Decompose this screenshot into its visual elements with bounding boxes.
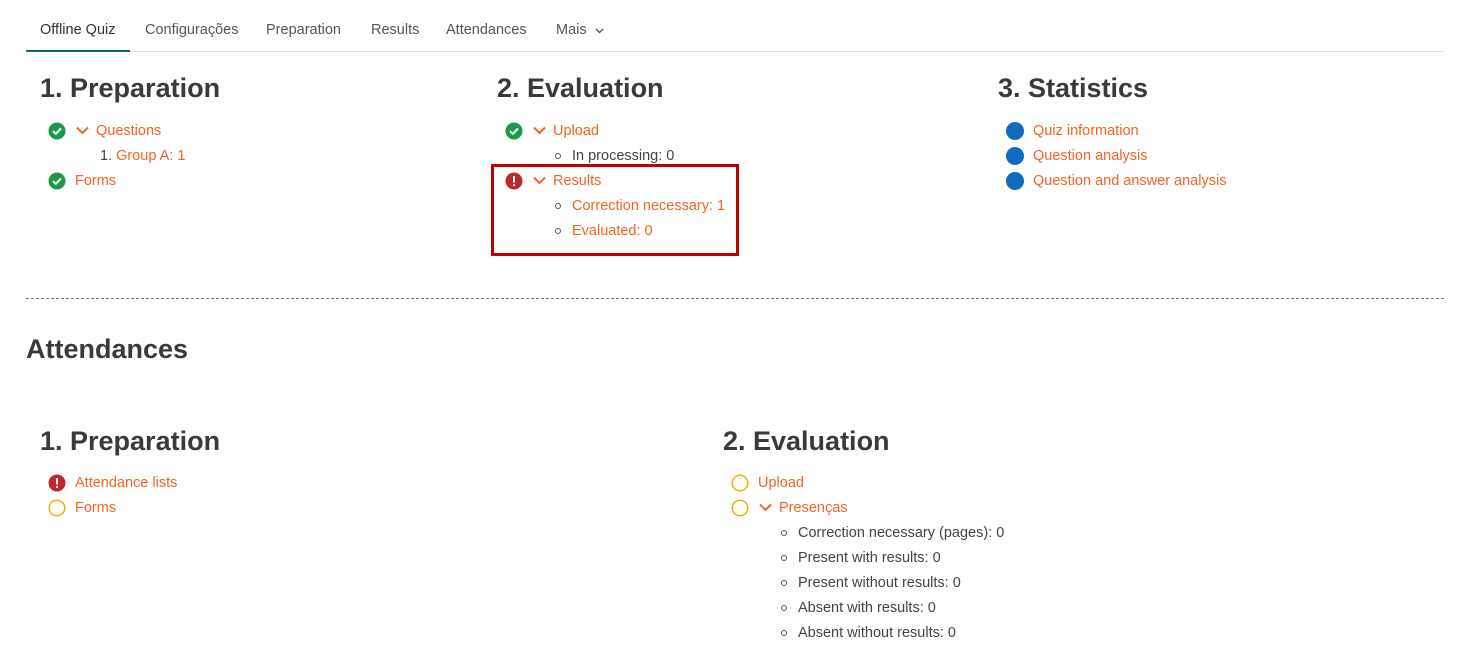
info-dot-icon bbox=[1006, 147, 1024, 165]
question-answer-analysis-row: Question and answer analysis bbox=[1006, 171, 1226, 191]
list-bullet bbox=[781, 605, 787, 611]
attendance-upload-link[interactable]: Upload bbox=[758, 475, 804, 491]
attendances-heading: Attendances bbox=[26, 334, 189, 364]
attendance-upload-row: Upload bbox=[731, 473, 804, 493]
info-dot-icon bbox=[1006, 122, 1024, 140]
present-without-results-text: Present without results: 0 bbox=[798, 575, 961, 591]
forms-link[interactable]: Forms bbox=[75, 173, 116, 189]
tab-attendances[interactable]: Attendances bbox=[446, 10, 527, 50]
attendance-preparation-heading: 1. Preparation bbox=[40, 426, 221, 456]
detail-row: Absent with results: 0 bbox=[798, 598, 936, 618]
chevron-down-icon bbox=[595, 10, 604, 50]
attendance-forms-row: Forms bbox=[48, 498, 116, 518]
chevron-down-icon[interactable] bbox=[76, 123, 89, 139]
questions-row: Questions bbox=[48, 121, 161, 141]
error-exclamation-icon bbox=[48, 474, 66, 492]
quiz-preparation-heading: 1. Preparation bbox=[40, 73, 221, 103]
chevron-down-icon[interactable] bbox=[759, 500, 772, 516]
question-answer-analysis-link[interactable]: Question and answer analysis bbox=[1033, 173, 1226, 189]
info-dot-icon bbox=[1006, 172, 1024, 190]
pending-circle-icon bbox=[731, 499, 749, 517]
detail-row: Present with results: 0 bbox=[798, 548, 941, 568]
upload-link[interactable]: Upload bbox=[553, 123, 599, 139]
pending-circle-icon bbox=[48, 499, 66, 517]
detail-row: Absent without results: 0 bbox=[798, 623, 956, 643]
attendance-forms-link[interactable]: Forms bbox=[75, 500, 116, 516]
chevron-down-icon[interactable] bbox=[533, 123, 546, 139]
quiz-information-row: Quiz information bbox=[1006, 121, 1139, 141]
quiz-evaluation-heading: 2. Evaluation bbox=[497, 73, 664, 103]
detail-row: Correction necessary (pages): 0 bbox=[798, 523, 1004, 543]
quiz-information-link[interactable]: Quiz information bbox=[1033, 123, 1139, 139]
absent-without-results-text: Absent without results: 0 bbox=[798, 625, 956, 641]
presencas-row: Presenças bbox=[731, 498, 848, 518]
list-bullet bbox=[781, 555, 787, 561]
group-number: 1. bbox=[100, 148, 113, 164]
page: Offline Quiz Configurações Preparation R… bbox=[0, 0, 1470, 663]
attendance-lists-link[interactable]: Attendance lists bbox=[75, 475, 177, 491]
section-divider bbox=[26, 298, 1444, 299]
list-bullet bbox=[781, 580, 787, 586]
pending-circle-icon bbox=[731, 474, 749, 492]
list-bullet bbox=[781, 630, 787, 636]
absent-with-results-text: Absent with results: 0 bbox=[798, 600, 936, 616]
tab-preparation[interactable]: Preparation bbox=[266, 10, 341, 50]
success-check-icon bbox=[48, 122, 66, 140]
group-row: 1. Group A: 1 bbox=[100, 146, 185, 166]
detail-row: Present without results: 0 bbox=[798, 573, 961, 593]
tab-more[interactable]: Mais bbox=[556, 10, 604, 50]
forms-row: Forms bbox=[48, 171, 116, 191]
question-analysis-link[interactable]: Question analysis bbox=[1033, 148, 1147, 164]
correction-necessary-pages-text: Correction necessary (pages): 0 bbox=[798, 525, 1005, 541]
in-processing-text: In processing: 0 bbox=[572, 148, 675, 164]
upload-row: Upload bbox=[505, 121, 599, 141]
tab-offline-quiz[interactable]: Offline Quiz bbox=[26, 10, 130, 52]
results-highlight-box bbox=[491, 164, 739, 256]
tab-results[interactable]: Results bbox=[371, 10, 419, 50]
list-bullet bbox=[781, 530, 787, 536]
presencas-link[interactable]: Presenças bbox=[779, 500, 848, 516]
quiz-statistics-heading: 3. Statistics bbox=[998, 73, 1149, 103]
success-check-icon bbox=[48, 172, 66, 190]
present-with-results-text: Present with results: 0 bbox=[798, 550, 941, 566]
group-a-link[interactable]: Group A: 1 bbox=[116, 148, 185, 164]
attendance-evaluation-heading: 2. Evaluation bbox=[723, 426, 890, 456]
questions-link[interactable]: Questions bbox=[96, 123, 161, 139]
question-analysis-row: Question analysis bbox=[1006, 146, 1147, 166]
tab-bar: Offline Quiz Configurações Preparation R… bbox=[26, 10, 1444, 52]
in-processing-row: In processing: 0 bbox=[572, 146, 674, 166]
attendance-lists-row: Attendance lists bbox=[48, 473, 177, 493]
success-check-icon bbox=[505, 122, 523, 140]
tab-configuracoes[interactable]: Configurações bbox=[145, 10, 239, 50]
list-bullet bbox=[555, 153, 561, 159]
